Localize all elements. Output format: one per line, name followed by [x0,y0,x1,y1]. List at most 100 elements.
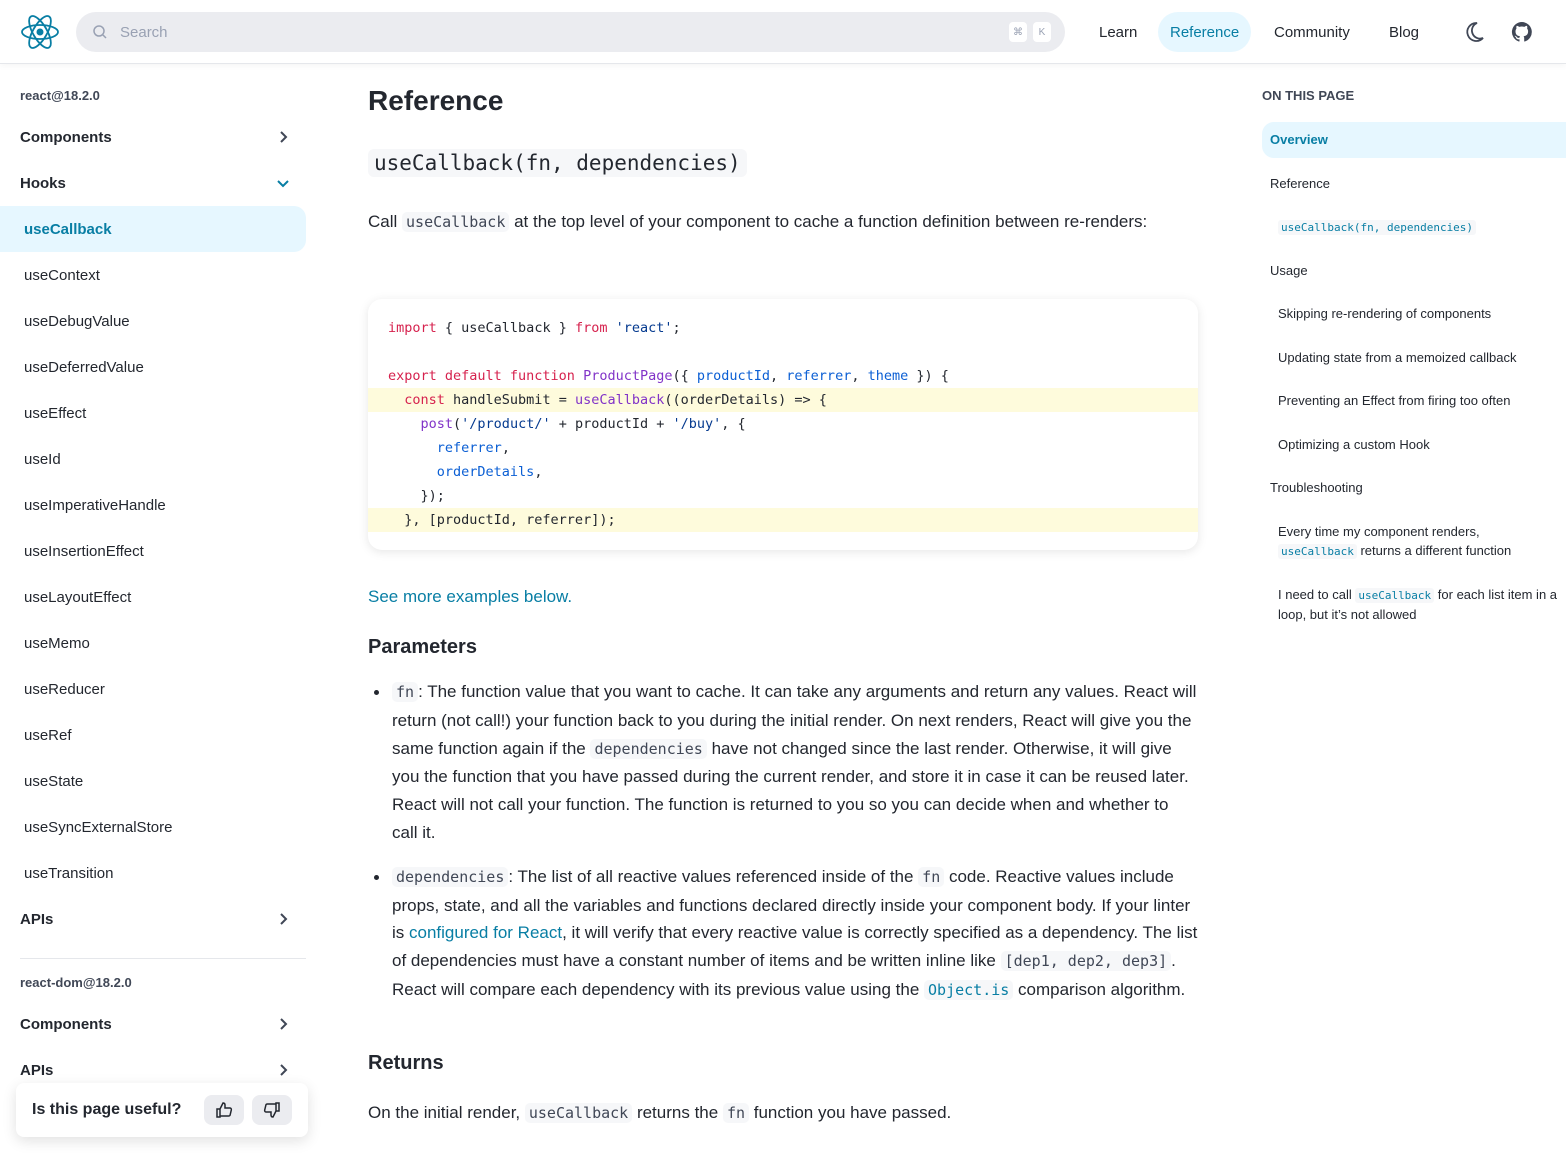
parameters-list: fn: The function value that you want to … [368,678,1198,1021]
code-token: theme [867,368,909,384]
returns-heading: Returns [368,1052,444,1074]
sidebar-item-usestate[interactable]: useState [0,758,306,804]
search-input[interactable]: Search ⌘ K [76,12,1065,52]
feedback-question: Is this page useful? [32,1101,182,1118]
code-token: , [501,440,510,456]
code-token: }) { [908,368,949,384]
sidebar-item-uselayouteffect[interactable]: useLayoutEffect [0,574,306,620]
code-line: export default function ProductPage({ pr… [368,364,1198,388]
code-token: export default function [388,368,584,384]
code-token: handleSubmit = [444,392,575,408]
nav-learn[interactable]: Learn [1087,12,1149,52]
dark-mode-moon-icon[interactable] [1462,20,1486,44]
toc-troubleshooting-item[interactable]: Every time my component renders, useCall… [1262,522,1552,561]
toc-usage-item[interactable]: Skipping re-rendering of components [1262,304,1566,323]
github-icon[interactable] [1510,20,1534,44]
react-dom-version-label: react-dom@18.2.0 [20,975,132,990]
code-token: ProductPage [583,368,673,384]
code-line: referrer, [368,436,1198,460]
react-logo-icon[interactable] [20,12,60,52]
code-token: useCallback [574,392,665,408]
sidebar-item-components[interactable]: Components [0,114,306,160]
sidebar-item-usememo[interactable]: useMemo [0,620,306,666]
signature-heading[interactable]: useCallback(fn, dependencies) [368,149,747,177]
toc-troubleshooting[interactable]: Troubleshooting [1262,478,1566,497]
code-token: referrer [436,440,502,456]
toc-signature[interactable]: useCallback(fn, dependencies) [1262,217,1566,237]
code-token: , [770,368,787,384]
returns-text: On the initial render, useCallback retur… [368,1103,952,1123]
chevron-right-icon [280,1064,288,1076]
sidebar-item-usecallback[interactable]: useCallback [0,206,306,252]
thumbs-down-button[interactable] [252,1095,292,1125]
code-line: }, [productId, referrer]); [368,508,1198,532]
sidebar-item-useref[interactable]: useRef [0,712,306,758]
code-token: post [420,416,454,432]
sidebar-item-label: Components [20,128,112,146]
code-line: const handleSubmit = useCallback((orderD… [368,388,1198,412]
code-token: import [388,320,437,336]
sidebar-item-apis[interactable]: APIs [0,896,306,942]
top-nav: Search ⌘ K Learn Reference Community Blo… [0,0,1566,64]
sidebar-item-useeffect[interactable]: useEffect [0,390,306,436]
code-line: }); [368,484,1198,508]
sidebar-item-usecontext[interactable]: useContext [0,252,306,298]
code-token: }); [388,488,445,504]
code-block[interactable]: import { useCallback } from 'react'; expo… [368,299,1198,550]
toc-usage-item[interactable]: Preventing an Effect from firing too oft… [1262,391,1566,410]
sidebar-item-useinsertioneffect[interactable]: useInsertionEffect [0,528,306,574]
code-token: , [851,368,868,384]
search-placeholder: Search [120,23,168,41]
toc-usage-item[interactable]: Updating state from a memoized callback [1262,348,1566,367]
sidebar-item-label: Hooks [20,174,66,192]
thumbs-up-button[interactable] [204,1095,244,1125]
intro-text: Call useCallback at the top level of you… [368,212,1148,232]
code-token: }, [productId, referrer]); [388,512,616,528]
code-line: orderDetails, [368,460,1198,484]
sidebar-item-dom-components[interactable]: Components [0,1001,306,1047]
kbd-cmd: ⌘ [1009,22,1027,42]
code-token: '/product/' [461,416,551,432]
sidebar-item-usesyncexternalstore[interactable]: useSyncExternalStore [0,804,306,850]
see-more-link[interactable]: See more examples below. [368,587,572,607]
toc-usage[interactable]: Usage [1262,261,1566,280]
param-dependencies: dependencies: The list of all reactive v… [368,863,1198,1005]
sidebar-item-useid[interactable]: useId [0,436,306,482]
sidebar-item-useimperativehandle[interactable]: useImperativeHandle [0,482,306,528]
sidebar-item-usetransition[interactable]: useTransition [0,850,306,896]
sidebar-item-label: APIs [20,910,54,928]
nav-reference[interactable]: Reference [1158,12,1252,52]
page-title: Reference [368,85,504,116]
sidebar-item-usedebugvalue[interactable]: useDebugValue [0,298,306,344]
sidebar-item-usedeferredvalue[interactable]: useDeferredValue [0,344,306,390]
code-line: import { useCallback } from 'react'; [368,316,1198,340]
sidebar-item-hooks[interactable]: Hooks [0,160,306,206]
code-token: ({ [672,368,697,384]
sidebar-divider [20,958,306,959]
toc-usage-item[interactable]: Optimizing a custom Hook [1262,435,1566,454]
search-icon [93,25,107,39]
toc-overview[interactable]: Overview [1262,122,1566,158]
sidebar-item-label: Components [20,1015,112,1033]
toc-heading: ON THIS PAGE [1262,88,1355,103]
nav-blog[interactable]: Blog [1377,12,1431,52]
thumbs-down-icon [263,1102,280,1118]
toc-troubleshooting-item[interactable]: I need to call useCallback for each list… [1262,585,1562,624]
code-token: referrer [786,368,852,384]
configured-for-react-link[interactable]: configured for React [409,923,562,942]
chevron-right-icon [280,131,288,143]
code-token: from [574,320,608,336]
code-token: , [534,464,543,480]
sidebar-item-usereducer[interactable]: useReducer [0,666,306,712]
nav-community[interactable]: Community [1262,12,1362,52]
object-is-link[interactable]: Object.is [924,979,1014,1000]
code-token: , { [721,416,746,432]
code-token: const [404,392,445,408]
code-line: post('/product/' + productId + '/buy', { [368,412,1198,436]
toc-reference[interactable]: Reference [1262,174,1566,193]
